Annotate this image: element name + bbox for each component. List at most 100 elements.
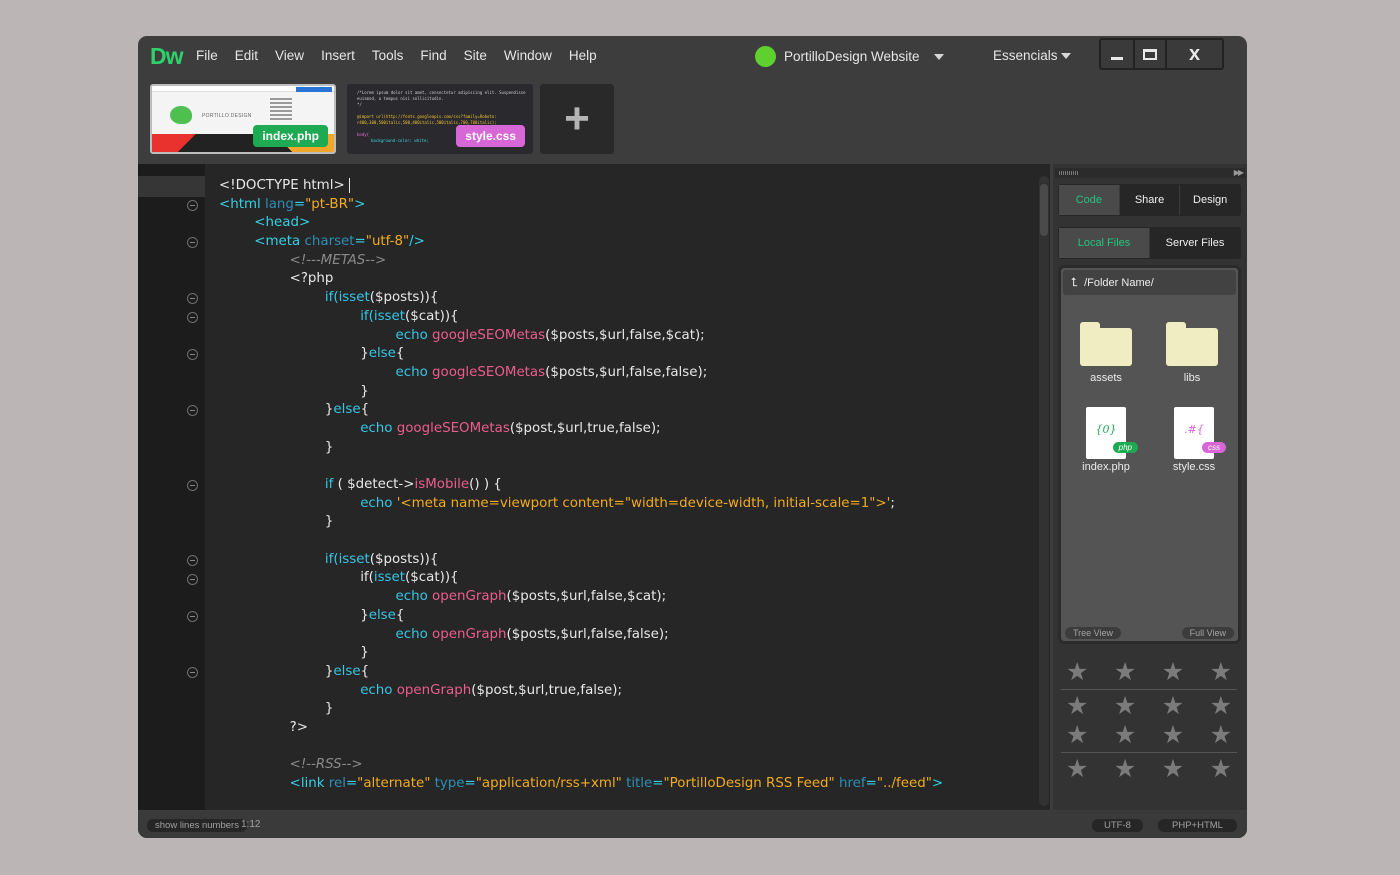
fold-toggle-icon[interactable] — [187, 405, 198, 417]
minimize-button[interactable] — [1101, 40, 1135, 68]
menu-edit[interactable]: Edit — [235, 48, 258, 63]
site-selector[interactable]: PortilloDesign Website — [755, 46, 944, 67]
tree-view-button[interactable]: Tree View — [1065, 627, 1122, 639]
fold-toggle-icon[interactable] — [187, 667, 198, 679]
folder-item-libs[interactable]: libs — [1157, 322, 1227, 384]
maximize-button[interactable] — [1135, 40, 1167, 68]
menu-tools[interactable]: Tools — [372, 48, 404, 63]
star-icon[interactable]: ★ — [1066, 694, 1088, 719]
folder-item-assets[interactable]: assets — [1071, 322, 1141, 384]
star-icon[interactable]: ★ — [1210, 723, 1232, 748]
code-line[interactable]: ?> — [219, 719, 943, 738]
grip-icon[interactable] — [1059, 171, 1079, 175]
code-line[interactable]: echo googleSEOMetas($post,$url,true,fals… — [219, 420, 943, 439]
star-icon[interactable]: ★ — [1114, 757, 1136, 782]
code-line[interactable]: <!--RSS--> — [219, 756, 943, 775]
star-icon[interactable]: ★ — [1114, 694, 1136, 719]
code-line[interactable]: <link rel="alternate" type="application/… — [219, 775, 944, 794]
code-line[interactable]: <!---METAS--> — [219, 252, 943, 271]
star-icon[interactable]: ★ — [1114, 723, 1136, 748]
code-editor[interactable]: <!DOCTYPE html> <html lang="pt-BR"> <head>… — [138, 164, 1050, 810]
tab-code[interactable]: Code — [1059, 185, 1120, 215]
editor-scrollbar[interactable] — [1039, 176, 1049, 806]
code-line[interactable]: if(isset($posts)){ — [219, 551, 943, 570]
menu-help[interactable]: Help — [569, 48, 597, 63]
menu-view[interactable]: View — [275, 48, 304, 63]
code-line[interactable]: }else{ — [219, 663, 943, 682]
star-icon[interactable]: ★ — [1210, 694, 1232, 719]
tab-index-php[interactable]: PORTILLO DESIGN index.php — [150, 84, 336, 154]
fold-toggle-icon[interactable] — [187, 573, 198, 585]
tab-local-files[interactable]: Local Files — [1059, 228, 1150, 258]
tab-design[interactable]: Design — [1180, 185, 1240, 215]
workspace-selector[interactable]: Essencials — [993, 48, 1071, 63]
full-view-button[interactable]: Full View — [1181, 627, 1234, 639]
fold-toggle-icon[interactable] — [187, 237, 198, 249]
path-bar[interactable]: ⮤ /Folder Name/ — [1063, 270, 1236, 295]
fold-toggle-icon[interactable] — [187, 199, 198, 211]
star-icon[interactable]: ★ — [1162, 723, 1184, 748]
star-icon[interactable]: ★ — [1066, 660, 1088, 685]
menu-file[interactable]: File — [196, 48, 218, 63]
tab-share[interactable]: Share — [1120, 185, 1181, 215]
folder-up-icon[interactable]: ⮤ — [1071, 275, 1078, 290]
star-icon[interactable]: ★ — [1114, 660, 1136, 685]
star-icon[interactable]: ★ — [1066, 757, 1088, 782]
code-line[interactable]: echo '<meta name=viewport content="width… — [219, 495, 943, 514]
star-icon[interactable]: ★ — [1162, 757, 1184, 782]
code-line[interactable]: <html lang="pt-BR"> — [219, 196, 943, 215]
star-icon[interactable]: ★ — [1210, 660, 1232, 685]
document-type-badge[interactable]: PHP+HTML — [1158, 819, 1237, 832]
code-line[interactable] — [219, 532, 943, 551]
fold-toggle-icon[interactable] — [187, 293, 198, 305]
code-line[interactable]: echo openGraph($posts,$url,false,false); — [219, 626, 943, 645]
code-line[interactable]: echo googleSEOMetas($posts,$url,false,$c… — [219, 327, 943, 346]
code-line[interactable]: }else{ — [219, 607, 943, 626]
star-icon[interactable]: ★ — [1162, 694, 1184, 719]
code-line[interactable]: echo openGraph($post,$url,true,false); — [219, 682, 943, 701]
menu-site[interactable]: Site — [464, 48, 487, 63]
fold-toggle-icon[interactable] — [187, 349, 198, 361]
code-line[interactable]: <meta charset="utf-8"/> — [219, 233, 943, 252]
code-content[interactable]: <!DOCTYPE html> <html lang="pt-BR"> <head>… — [219, 177, 943, 794]
code-line[interactable]: <?php — [219, 270, 943, 289]
expand-icon[interactable]: ▶▶ — [1234, 168, 1244, 178]
code-line[interactable]: <!DOCTYPE html> — [219, 177, 943, 196]
star-icon[interactable]: ★ — [1210, 757, 1232, 782]
code-line[interactable]: if(isset($cat)){ — [219, 569, 943, 588]
code-line[interactable]: }else{ — [219, 401, 943, 420]
code-line[interactable]: } — [219, 644, 943, 663]
code-line[interactable]: echo googleSEOMetas($posts,$url,false,fa… — [219, 364, 943, 383]
code-line[interactable] — [219, 738, 943, 757]
star-icon[interactable]: ★ — [1162, 660, 1184, 685]
code-line[interactable]: if(isset($cat)){ — [219, 308, 943, 327]
code-line[interactable]: }else{ — [219, 345, 943, 364]
code-line[interactable]: <head> — [219, 214, 943, 233]
fold-toggle-icon[interactable] — [187, 480, 198, 492]
close-button[interactable]: x — [1167, 40, 1222, 68]
fold-toggle-icon[interactable] — [187, 555, 198, 566]
menu-find[interactable]: Find — [420, 48, 446, 63]
fold-toggle-icon[interactable] — [187, 311, 198, 323]
fold-toggle-icon[interactable] — [187, 611, 198, 623]
code-line[interactable]: } — [219, 700, 943, 719]
tab-server-files[interactable]: Server Files — [1150, 228, 1240, 258]
show-line-numbers-toggle[interactable]: show lines numbers — [147, 819, 247, 832]
menu-insert[interactable]: Insert — [321, 48, 355, 63]
tab-style-css[interactable]: /*Lorem ipsum dolor sit amet, consectetu… — [347, 84, 533, 154]
menu-window[interactable]: Window — [504, 48, 552, 63]
add-tab-button[interactable]: + — [540, 84, 614, 154]
text-cursor — [348, 177, 350, 193]
file-item-index-php[interactable]: {0} php index.php — [1071, 407, 1141, 473]
scrollbar-thumb[interactable] — [1040, 184, 1048, 236]
star-icon[interactable]: ★ — [1066, 723, 1088, 748]
code-line[interactable] — [219, 457, 943, 476]
code-line[interactable]: if ( $detect->isMobile() ) { — [219, 476, 943, 495]
encoding-badge[interactable]: UTF-8 — [1092, 819, 1143, 832]
code-line[interactable]: if(isset($posts)){ — [219, 289, 943, 308]
code-line[interactable]: } — [219, 439, 943, 458]
code-line[interactable]: } — [219, 513, 943, 532]
file-item-style-css[interactable]: .#{ css style.css — [1159, 407, 1229, 473]
code-line[interactable]: echo openGraph($posts,$url,false,$cat); — [219, 588, 943, 607]
code-line[interactable]: } — [219, 383, 943, 402]
